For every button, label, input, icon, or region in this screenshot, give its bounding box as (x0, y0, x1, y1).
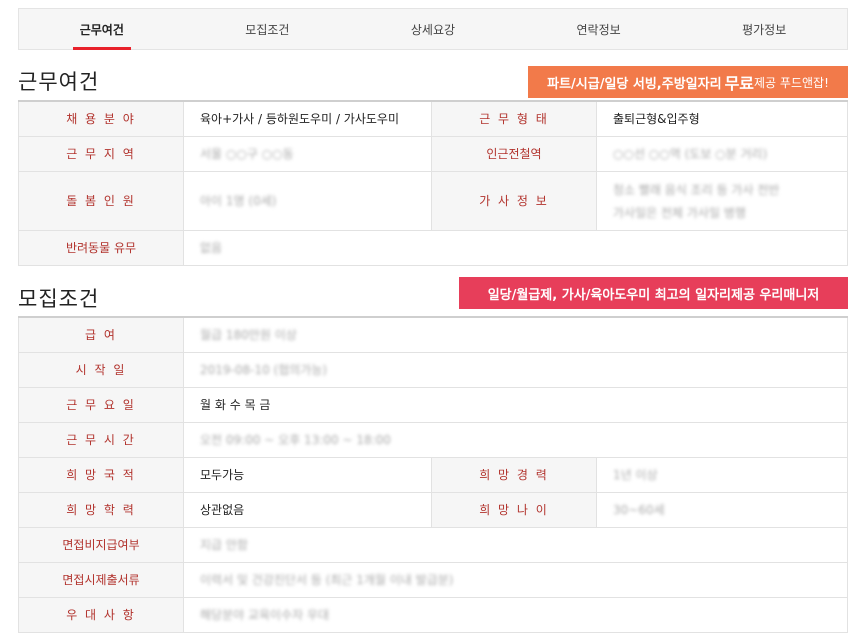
row-value: 해당분야 교육이수자 우대 (183, 596, 848, 633)
table-row: 근 무 지 역 서울 ○○구 ○○동 인근전철역 ○○선 ○○역 (도보 ○분 … (18, 135, 848, 172)
row-value: 월급 180만원 이상 (183, 316, 848, 353)
row-label: 채 용 분 야 (18, 100, 184, 137)
tab-work-conditions[interactable]: 근무여건 (19, 9, 185, 49)
banner-suffix: 제공 푸드앤잡! (754, 75, 829, 90)
row-label: 근 무 지 역 (18, 135, 184, 172)
work-conditions-table: 채 용 분 야 육아+가사 / 등하원도우미 / 가사도우미 근 무 형 태 출… (18, 100, 848, 266)
table-row: 시 작 일 2019-08-10 (협의가능) (18, 351, 848, 388)
row-value: 30~60세 (596, 491, 848, 528)
row-label: 근 무 시 간 (18, 421, 184, 458)
banner-text: 파트/시급/일당 서빙,주방일자리 (547, 76, 722, 92)
row-value: 1년 이상 (596, 456, 848, 493)
tab-bar: 근무여건 모집조건 상세요강 연락정보 평가정보 (18, 8, 848, 50)
banner-highlight: 무료 (724, 74, 755, 93)
row-label: 희 망 경 력 (431, 456, 597, 493)
row-value: 없음 (183, 229, 848, 266)
table-row: 면접시제출서류 이력서 및 건강진단서 등 (최근 1개월 이내 발급분) (18, 561, 848, 598)
row-label: 희 망 나 이 (431, 491, 597, 528)
row-label: 희 망 국 적 (18, 456, 184, 493)
table-row: 근 무 시 간 오전 09:00 ~ 오후 13:00 ~ 18:00 (18, 421, 848, 458)
row-value: ○○선 ○○역 (도보 ○분 거리) (596, 135, 848, 172)
row-label: 인근전철역 (431, 135, 597, 172)
row-label: 돌 봄 인 원 (18, 170, 184, 231)
row-label: 급 여 (18, 316, 184, 353)
row-label: 면접비지급여부 (18, 526, 184, 563)
row-label: 반려동물 유무 (18, 229, 184, 266)
row-value: 월 화 수 목 금 (183, 386, 848, 423)
row-value: 이력서 및 건강진단서 등 (최근 1개월 이내 발급분) (183, 561, 848, 598)
row-value: 지급 안함 (183, 526, 848, 563)
row-value: 서울 ○○구 ○○동 (183, 135, 432, 172)
table-row: 우 대 사 항 해당분야 교육이수자 우대 (18, 596, 848, 633)
table-row: 반려동물 유무 없음 (18, 229, 848, 266)
table-row: 희 망 국 적 모두가능 희 망 경 력 1년 이상 (18, 456, 848, 493)
tab-recruit-conditions[interactable]: 모집조건 (185, 9, 351, 49)
tab-details[interactable]: 상세요강 (350, 9, 516, 49)
table-row: 근 무 요 일 월 화 수 목 금 (18, 386, 848, 423)
row-label: 면접시제출서류 (18, 561, 184, 598)
table-row: 채 용 분 야 육아+가사 / 등하원도우미 / 가사도우미 근 무 형 태 출… (18, 100, 848, 137)
table-row: 면접비지급여부 지급 안함 (18, 526, 848, 563)
row-label: 근 무 형 태 (431, 100, 597, 137)
tab-contact[interactable]: 연락정보 (516, 9, 682, 49)
row-label: 희 망 학 력 (18, 491, 184, 528)
row-value: 출퇴근형&입주형 (596, 100, 848, 137)
section-title-recruit: 모집조건 (18, 287, 100, 311)
row-value: 모두가능 (183, 456, 432, 493)
ad-banner-woorimanager[interactable]: 일당/월급제, 가사/육아도우미 최고의 일자리제공 우리매니저 (459, 277, 848, 309)
row-label: 시 작 일 (18, 351, 184, 388)
row-label: 가 사 정 보 (431, 170, 597, 231)
table-row: 급 여 월급 180만원 이상 (18, 316, 848, 353)
row-value: 아이 1명 (0세) (183, 170, 432, 231)
row-value: 오전 09:00 ~ 오후 13:00 ~ 18:00 (183, 421, 848, 458)
row-value: 육아+가사 / 등하원도우미 / 가사도우미 (183, 100, 432, 137)
row-label: 우 대 사 항 (18, 596, 184, 633)
recruit-conditions-table: 급 여 월급 180만원 이상 시 작 일 2019-08-10 (협의가능) … (18, 316, 848, 633)
ad-banner-foodnjob[interactable]: 파트/시급/일당 서빙,주방일자리 무료 제공 푸드앤잡! (528, 66, 848, 98)
section-title-work: 근무여건 (18, 70, 100, 94)
table-row: 돌 봄 인 원 아이 1명 (0세) 가 사 정 보 청소 빨래 음식 조리 등… (18, 170, 848, 231)
row-value: 청소 빨래 음식 조리 등 가사 전반 가사일은 전체 가사일 병행 (596, 170, 848, 231)
row-value: 상관없음 (183, 491, 432, 528)
row-value: 2019-08-10 (협의가능) (183, 351, 848, 388)
row-label: 근 무 요 일 (18, 386, 184, 423)
table-row: 희 망 학 력 상관없음 희 망 나 이 30~60세 (18, 491, 848, 528)
tab-reviews[interactable]: 평가정보 (681, 9, 847, 49)
